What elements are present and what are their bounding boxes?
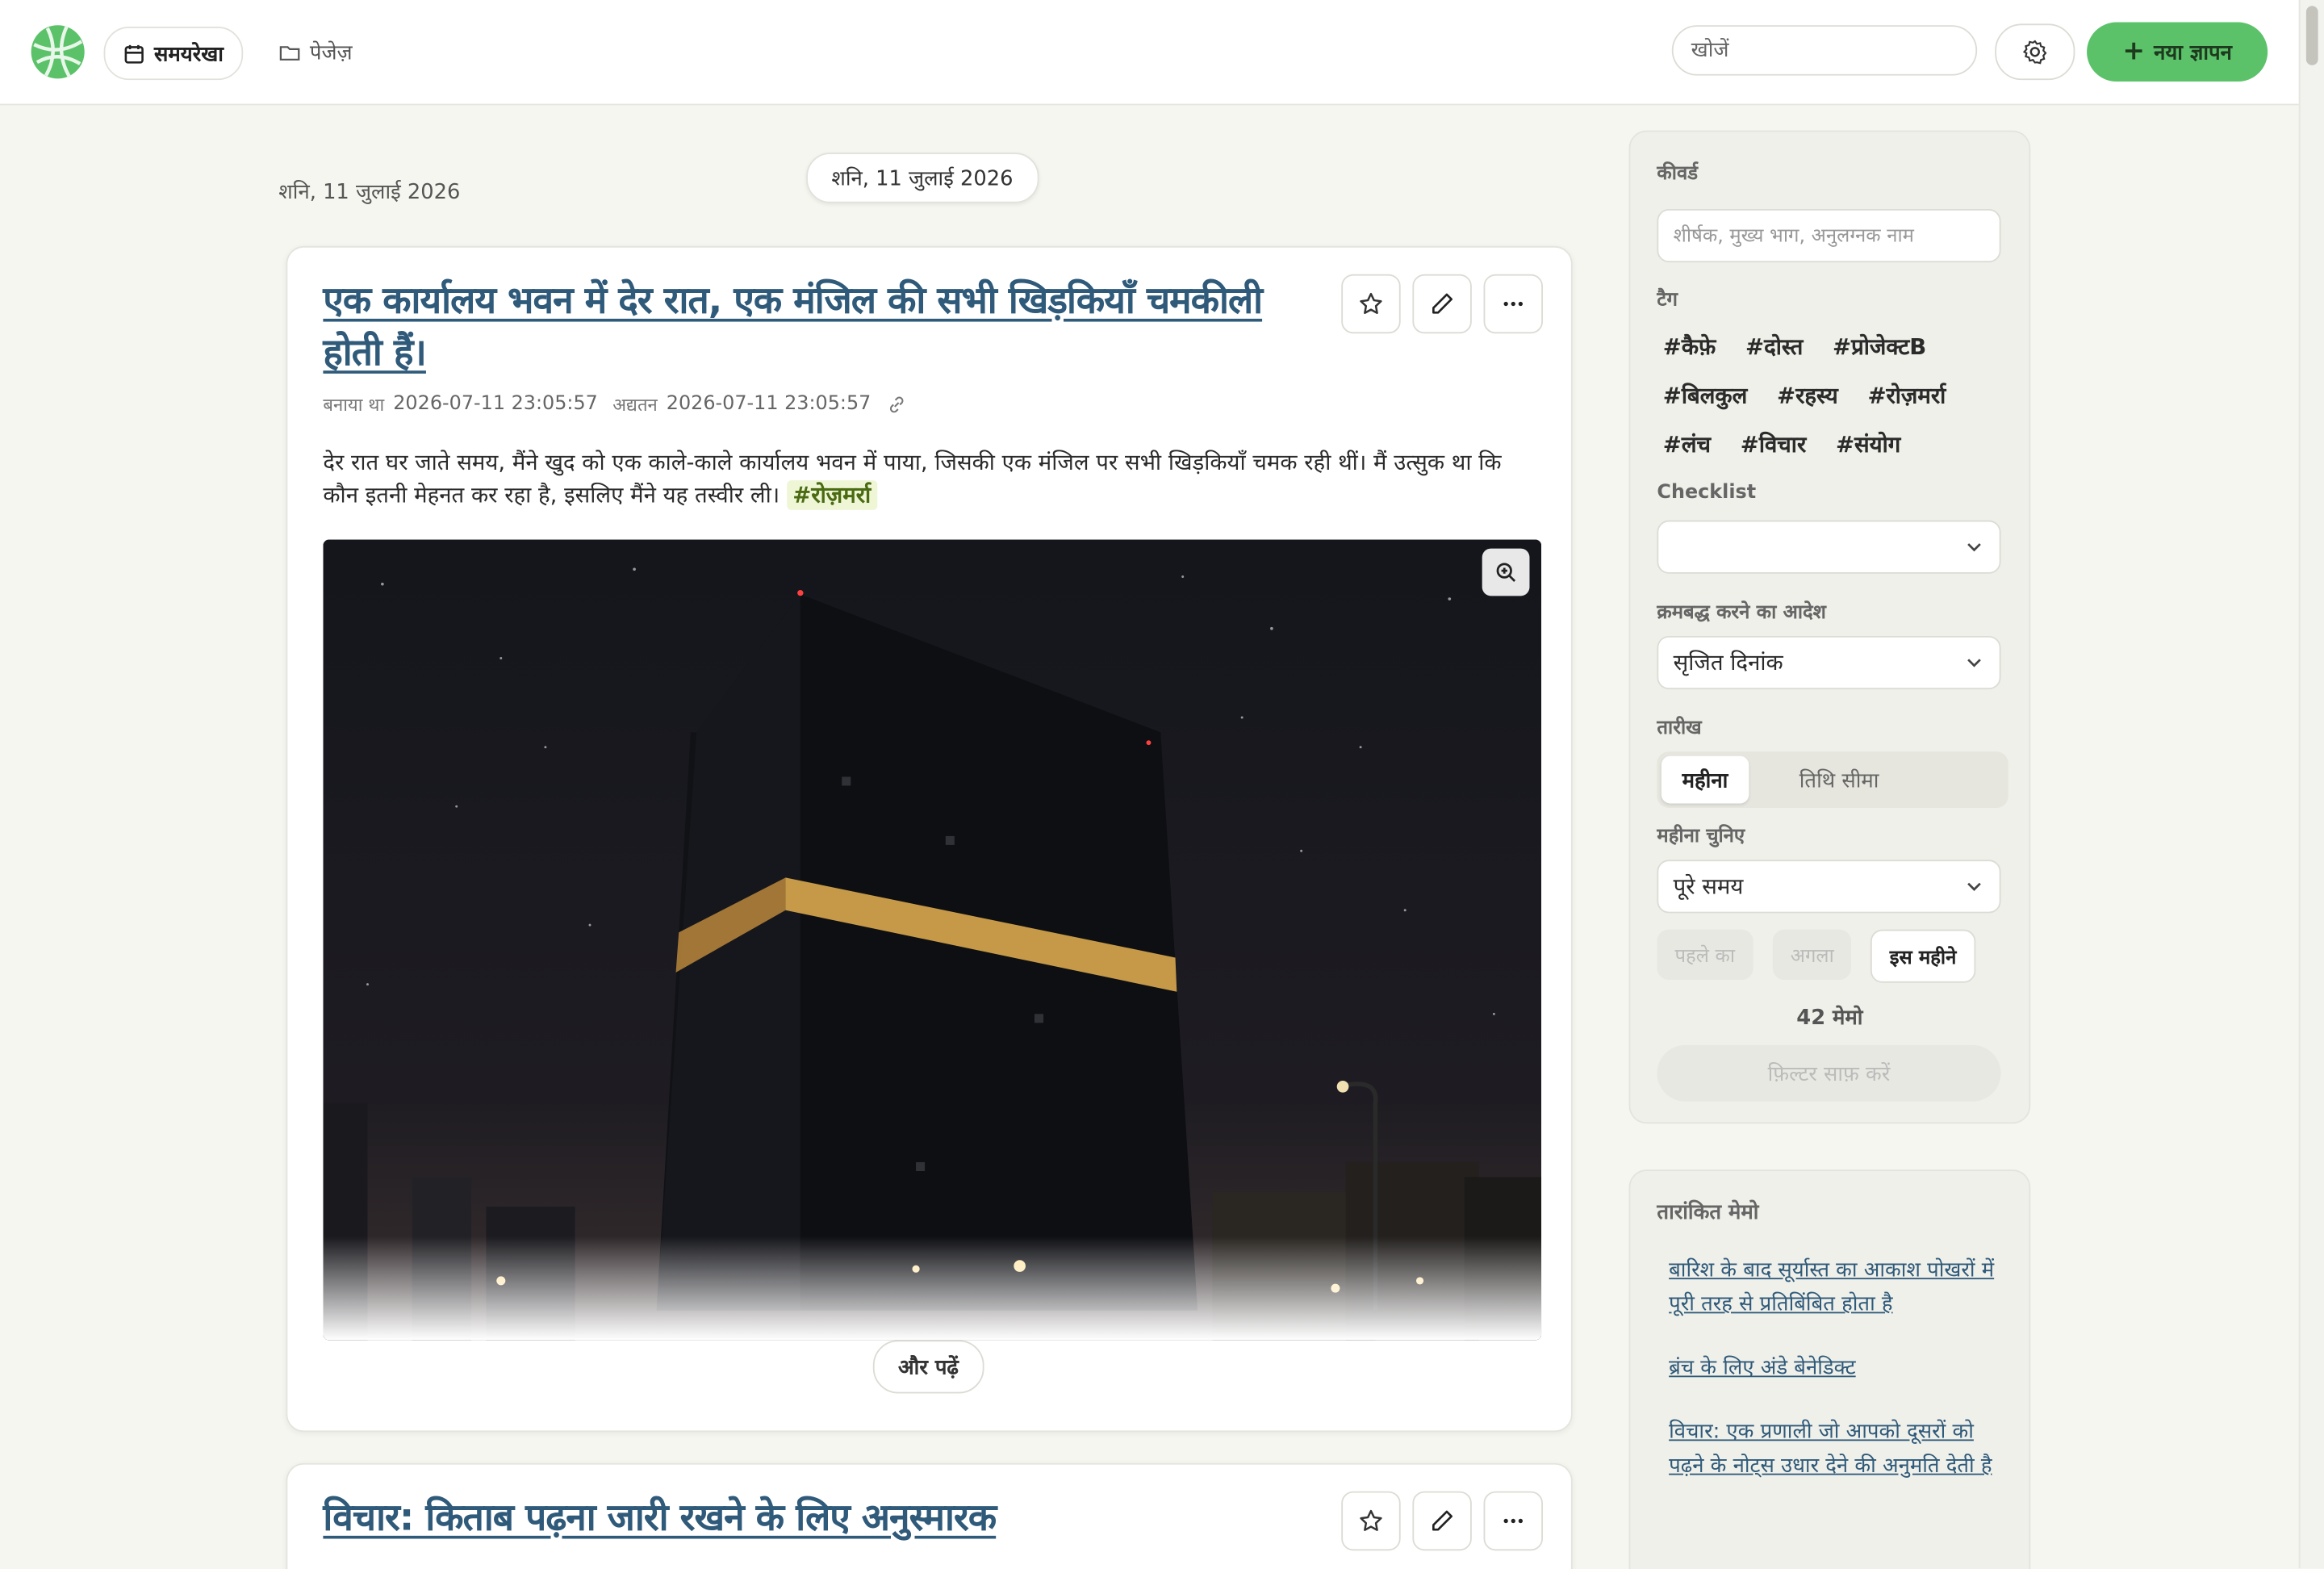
memo-title[interactable]: विचार: किताब पढ़ना जारी रखने के लिए अनुस… (323, 1492, 1319, 1543)
link-icon[interactable] (886, 394, 907, 415)
month-label: महीना चुनिए (1657, 826, 1745, 848)
calendar-icon (124, 44, 144, 63)
tag-row: #लंच #विचार #संयोग (1663, 420, 2004, 469)
nav-timeline[interactable]: समयरेखा (103, 27, 243, 81)
sort-value: सृजित दिनांक (1673, 649, 1783, 676)
memo-body: देर रात घर जाते समय, मैंने खुद को एक काल… (323, 446, 1508, 512)
chevron-down-icon (1967, 659, 1981, 667)
next-month-button[interactable]: अगला (1772, 929, 1852, 981)
chevron-down-icon (1967, 543, 1981, 552)
plus-icon: + (2122, 36, 2146, 67)
star-button[interactable] (1341, 1491, 1401, 1551)
top-bar: समयरेखा पेजेज़ + नया ज्ञापन (0, 0, 2301, 106)
date-mode-range[interactable]: तिथि सीमा (1779, 756, 1900, 804)
tag-item[interactable]: #रहस्य (1777, 380, 1838, 410)
nav-timeline-label: समयरेखा (154, 42, 224, 66)
nav-pages-label: पेजेज़ (309, 40, 353, 65)
page-scrollbar[interactable] (2298, 0, 2324, 1569)
tag-item[interactable]: #बिलकुल (1663, 380, 1747, 410)
night-building-image (323, 539, 1542, 1341)
sort-select[interactable]: सृजित दिनांक (1657, 635, 2001, 690)
date-mode-toggle: महीना तिथि सीमा (1657, 751, 2008, 809)
memo-card: विचार: किताब पढ़ना जारी रखने के लिए अनुस… (286, 1462, 1573, 1569)
tag-item[interactable]: #दोस्त (1745, 332, 1803, 362)
clear-filters-button[interactable]: फ़िल्टर साफ़ करें (1657, 1044, 2001, 1102)
edit-button[interactable] (1412, 274, 1472, 334)
read-more-button[interactable]: और पढ़ें (872, 1340, 984, 1394)
memo-body-text: देर रात घर जाते समय, मैंने खुद को एक काल… (323, 449, 1502, 508)
tag-row: #कैफ़े #दोस्त #प्रोजेक्टB (1663, 322, 2004, 371)
chevron-down-icon (1967, 882, 1981, 891)
memo-photo[interactable] (323, 539, 1542, 1341)
starred-memo-link[interactable]: बारिश के बाद सूर्यास्त का आकाश पोखरों मे… (1669, 1254, 1995, 1322)
updated-label: अद्यतन (612, 394, 658, 416)
more-icon (1503, 1518, 1524, 1524)
new-memo-button[interactable]: + नया ज्ञापन (2087, 22, 2268, 82)
star-button[interactable] (1341, 274, 1401, 334)
more-button[interactable] (1483, 274, 1544, 334)
pencil-icon (1432, 1510, 1453, 1531)
starred-title: तारांकित मेमो (1657, 1200, 1759, 1225)
scrollbar-thumb[interactable] (2305, 6, 2318, 65)
checklist-label: Checklist (1657, 481, 1757, 504)
month-value: पूरे समय (1673, 872, 1744, 900)
starred-memo-link[interactable]: ब्रंच के लिए अंडे बेनेडिक्ट (1669, 1352, 1995, 1386)
pencil-icon (1432, 293, 1453, 314)
tag-item[interactable]: #प्रोजेक्टB (1833, 332, 1926, 362)
tag-item[interactable]: #संयोग (1836, 429, 1900, 459)
nav-pages[interactable]: पेजेज़ (261, 27, 370, 77)
tag-list: #कैफ़े #दोस्त #प्रोजेक्टB #बिलकुल #रहस्य… (1663, 322, 2004, 469)
tag-item[interactable]: #विचार (1741, 429, 1806, 459)
updated-timestamp: 2026-07-11 23:05:57 (666, 392, 872, 416)
starred-panel: तारांकित मेमो बारिश के बाद सूर्यास्त का … (1628, 1169, 2031, 1569)
checklist-select[interactable] (1657, 520, 2001, 574)
zoom-in-icon (1496, 563, 1516, 582)
timeline-date-heading: शनि, 11 जुलाई 2026 (278, 181, 461, 205)
this-month-button[interactable]: इस महीने (1870, 929, 1976, 983)
sort-label: क्रमबद्ध करने का आदेश (1657, 601, 1826, 625)
memo-meta: बनाया था 2026-07-11 23:05:57 अद्यतन 2026… (323, 391, 906, 416)
star-icon (1360, 1509, 1382, 1531)
tag-item[interactable]: #कैफ़े (1663, 332, 1716, 362)
created-timestamp: 2026-07-11 23:05:57 (393, 392, 598, 416)
tags-label: टैग (1657, 289, 1678, 312)
new-memo-label: नया ज्ञापन (2154, 40, 2232, 65)
created-label: बनाया था (323, 394, 385, 416)
app-root: समयरेखा पेजेज़ + नया ज्ञापन शनि, 11 जुला… (0, 0, 2324, 1569)
memo-title[interactable]: एक कार्यालय भवन में देर रात, एक मंजिल की… (323, 274, 1319, 379)
globe-logo-icon[interactable] (30, 23, 86, 80)
filter-panel: कीवर्ड टैग #कैफ़े #दोस्त #प्रोजेक्टB #बि… (1628, 130, 2031, 1124)
tag-item[interactable]: #लंच (1663, 429, 1711, 459)
memo-count: 42 मेमो (1796, 1006, 1863, 1031)
more-button[interactable] (1483, 1491, 1544, 1551)
settings-button[interactable] (1995, 23, 2075, 81)
keywords-label: कीवर्ड (1657, 163, 1699, 186)
tag-item[interactable]: #रोज़मर्रा (1867, 380, 1946, 410)
edit-button[interactable] (1412, 1491, 1472, 1551)
zoom-button[interactable] (1482, 548, 1530, 596)
sticky-date-chip: शनि, 11 जुलाई 2026 (806, 153, 1039, 203)
more-icon (1503, 301, 1524, 307)
gear-icon (2022, 40, 2047, 65)
starred-memo-link[interactable]: विचार: एक प्रणाली जो आपको दूसरों को पढ़न… (1669, 1416, 1995, 1483)
memo-card: एक कार्यालय भवन में देर रात, एक मंजिल की… (286, 245, 1573, 1433)
previous-month-button[interactable]: पहले का (1657, 929, 1753, 981)
search-input[interactable] (1671, 25, 1978, 76)
month-select[interactable]: पूरे समय (1657, 860, 2001, 914)
keyword-input[interactable] (1657, 208, 2001, 263)
date-label: तारीख (1657, 717, 1702, 740)
star-icon (1360, 292, 1382, 315)
date-mode-month[interactable]: महीना (1661, 755, 1749, 804)
folder-icon (279, 45, 300, 61)
inline-tag[interactable]: #रोज़मर्रा (786, 480, 877, 510)
starred-list: बारिश के बाद सूर्यास्त का आकाश पोखरों मे… (1669, 1254, 1995, 1513)
tag-row: #बिलकुल #रहस्य #रोज़मर्रा (1663, 370, 2004, 420)
